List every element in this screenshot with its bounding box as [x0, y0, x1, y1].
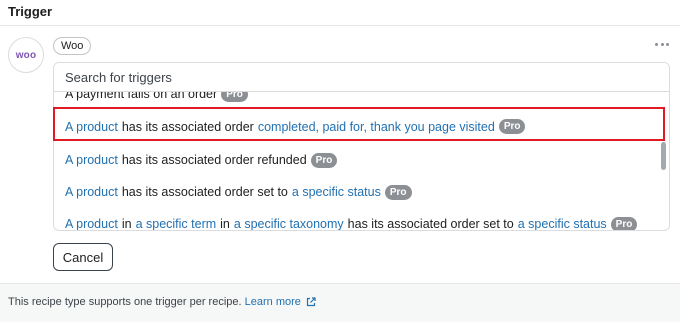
option-link-text[interactable]: A product	[65, 120, 118, 134]
trigger-panel: Trigger woo Woo A payment fails on an or…	[0, 0, 680, 322]
cancel-button[interactable]: Cancel	[53, 243, 113, 271]
trigger-options-list: A payment fails on an order Pro A product…	[54, 92, 660, 231]
pro-badge: Pro	[384, 184, 412, 200]
option-text: has its associated order refunded	[121, 153, 307, 167]
option-link-text[interactable]: a specific status	[292, 185, 381, 199]
option-link-text[interactable]: a specific status	[518, 217, 607, 230]
pro-badge: Pro	[498, 119, 526, 134]
option-link-text[interactable]: a specific taxonomy	[234, 217, 344, 230]
pro-badge: Pro	[221, 92, 248, 102]
option-text: in	[121, 217, 132, 231]
option-text: A payment fails on an order	[65, 92, 218, 101]
integration-tag: Woo	[53, 37, 92, 55]
trigger-option-highlighted[interactable]: A product has its associated order complet…	[54, 110, 660, 143]
woo-logo-text: woo	[15, 49, 37, 61]
option-link-text[interactable]: a specific term	[136, 217, 217, 230]
option-text: has its associated order set to	[121, 185, 288, 199]
option-text: has its associated order set to	[347, 217, 514, 231]
option-text: in	[220, 217, 230, 231]
scrollbar-thumb[interactable]	[661, 142, 666, 170]
option-link-text[interactable]: completed, paid for, thank you page visi…	[258, 120, 495, 134]
learn-more-link[interactable]: Learn more	[245, 296, 316, 308]
trigger-option[interactable]: A product has its associated order refund…	[54, 144, 660, 176]
option-link-text[interactable]: A product	[65, 217, 118, 230]
pro-badge: Pro	[310, 152, 338, 168]
external-link-icon	[306, 297, 316, 307]
option-link-text[interactable]: A product	[65, 185, 118, 199]
trigger-option[interactable]: A payment fails on an order Pro	[54, 92, 660, 110]
footer-note: This recipe type supports one trigger pe…	[8, 296, 242, 308]
option-text: has its associated order	[121, 119, 254, 134]
pro-badge: Pro	[610, 216, 638, 230]
woo-logo: woo	[8, 37, 44, 73]
trigger-option[interactable]: A product has its associated order set to…	[54, 176, 660, 208]
footer: This recipe type supports one trigger pe…	[0, 283, 680, 322]
options-scrollbar[interactable]	[659, 92, 668, 229]
trigger-dropdown: A payment fails on an orderPro A product…	[53, 62, 670, 231]
panel-title: Trigger	[8, 4, 53, 19]
footer-text: This recipe type supports one trigger pe…	[8, 296, 316, 308]
trigger-option[interactable]: A product in a specific term in a specific t…	[54, 208, 660, 231]
option-link-text[interactable]: A product	[65, 153, 118, 167]
more-options-icon[interactable]	[652, 37, 672, 51]
search-input[interactable]	[54, 63, 669, 92]
panel-header: Trigger	[0, 0, 680, 26]
learn-more-label: Learn more	[244, 296, 301, 308]
